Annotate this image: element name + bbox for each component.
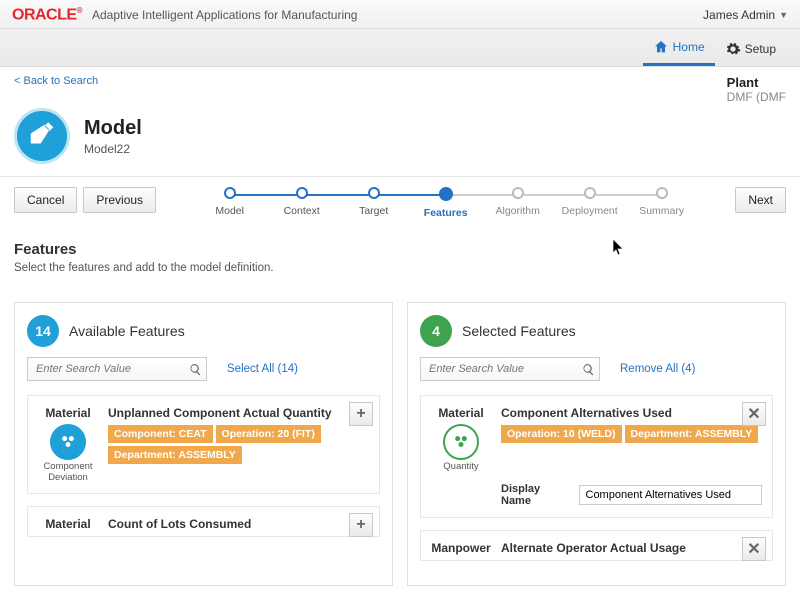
feature-icon-label: Component Deviation: [38, 462, 98, 483]
step-features[interactable]: Features: [410, 187, 482, 219]
display-name-input[interactable]: [579, 485, 763, 505]
feature-category: Material: [438, 406, 483, 420]
app-title: Adaptive Intelligent Applications for Ma…: [92, 8, 358, 22]
plant-title: Plant: [727, 75, 786, 90]
step-context[interactable]: Context: [266, 187, 338, 219]
gear-icon: [725, 41, 741, 57]
nav-home-label: Home: [673, 40, 705, 54]
model-icon: [14, 108, 70, 164]
oracle-logo: ORACLE®: [12, 6, 82, 24]
add-feature-button[interactable]: +: [349, 402, 373, 426]
feature-card: + Material Component Deviation Unplanned…: [27, 395, 380, 494]
cancel-button[interactable]: Cancel: [14, 187, 77, 213]
feature-card: ✕ Manpower Alternate Operator Actual Usa…: [420, 530, 773, 561]
step-model[interactable]: Model: [194, 187, 266, 219]
plant-sub: DMF (DMF: [727, 90, 786, 104]
selected-title: Selected Features: [462, 323, 576, 339]
selected-count-badge: 4: [420, 315, 452, 347]
feature-category: Material: [45, 406, 90, 420]
step-target[interactable]: Target: [338, 187, 410, 219]
user-menu[interactable]: James Admin ▼: [703, 8, 788, 22]
select-all-link[interactable]: Select All (14): [227, 363, 298, 375]
feature-tag: Component: CEAT: [108, 425, 213, 443]
feature-tag: Department: ASSEMBLY: [108, 446, 242, 464]
user-name: James Admin: [703, 8, 775, 22]
add-feature-button[interactable]: +: [349, 513, 373, 537]
feature-icon-label: Quantity: [443, 462, 478, 472]
feature-category: Material: [45, 517, 90, 531]
feature-card: ✕ Material Quantity Component Alternativ…: [420, 395, 773, 517]
feature-name: Unplanned Component Actual Quantity: [108, 406, 369, 420]
feature-card: + Material Count of Lots Consumed: [27, 506, 380, 537]
nav-setup-label: Setup: [745, 42, 776, 56]
search-icon[interactable]: [189, 363, 202, 376]
material-icon: [443, 424, 479, 460]
previous-button[interactable]: Previous: [83, 187, 156, 213]
available-count-badge: 14: [27, 315, 59, 347]
selected-features-panel: 4 Selected Features Remove All (4) ✕ Mat…: [407, 302, 786, 585]
display-name-label: Display Name: [501, 483, 571, 507]
feature-tag: Department: ASSEMBLY: [625, 425, 759, 443]
feature-name: Alternate Operator Actual Usage: [501, 541, 762, 555]
nav-setup[interactable]: Setup: [715, 33, 786, 66]
available-features-panel: 14 Available Features Select All (14) + …: [14, 302, 393, 585]
remove-all-link[interactable]: Remove All (4): [620, 363, 695, 375]
selected-search-input[interactable]: [425, 360, 582, 378]
home-icon: [653, 39, 669, 55]
nav-home[interactable]: Home: [643, 33, 715, 66]
step-deployment[interactable]: Deployment: [554, 187, 626, 219]
section-title: Features: [14, 241, 786, 258]
section-subtitle: Select the features and add to the model…: [14, 262, 786, 274]
wizard-stepper: Model Context Target Features Algorithm …: [176, 187, 715, 219]
material-icon: [50, 424, 86, 460]
remove-feature-button[interactable]: ✕: [742, 537, 766, 561]
remove-feature-button[interactable]: ✕: [742, 402, 766, 426]
step-algorithm[interactable]: Algorithm: [482, 187, 554, 219]
page-title: Model: [84, 117, 142, 140]
available-search-input[interactable]: [32, 360, 189, 378]
model-name: Model22: [84, 142, 142, 156]
feature-tag: Operation: 10 (WELD): [501, 425, 622, 443]
step-summary[interactable]: Summary: [626, 187, 698, 219]
feature-name: Component Alternatives Used: [501, 406, 762, 420]
feature-name: Count of Lots Consumed: [108, 517, 369, 531]
search-icon[interactable]: [582, 363, 595, 376]
chevron-down-icon: ▼: [779, 10, 788, 20]
feature-category: Manpower: [431, 541, 490, 555]
next-button[interactable]: Next: [735, 187, 786, 213]
feature-tag: Operation: 20 (FIT): [216, 425, 321, 443]
back-to-search-link[interactable]: < Back to Search: [14, 75, 98, 104]
available-title: Available Features: [69, 323, 185, 339]
